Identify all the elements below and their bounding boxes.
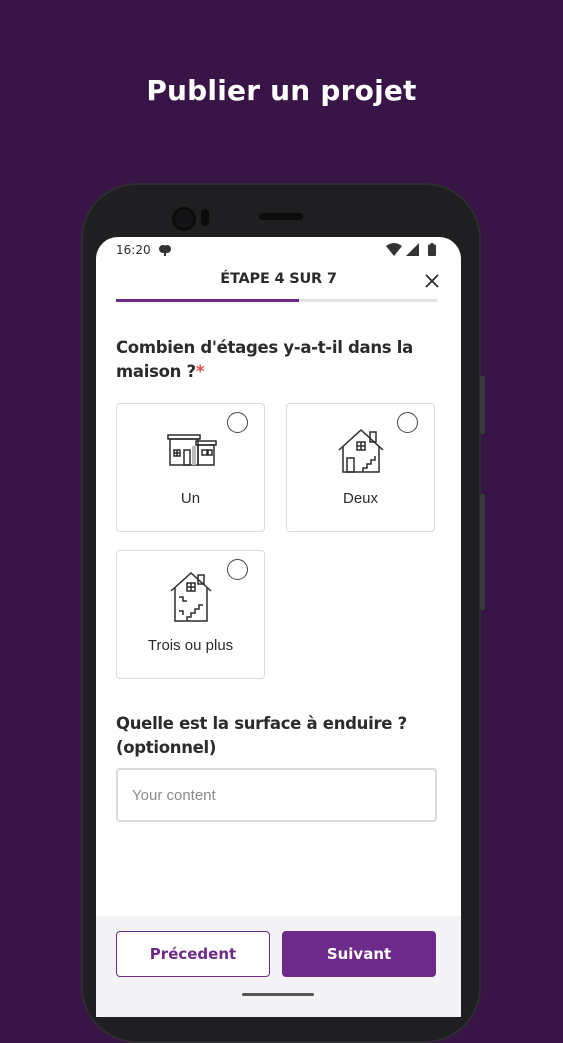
footer-bar: Précedent Suivant [96, 916, 461, 1017]
status-time: 16:20 [116, 243, 151, 257]
radio-button[interactable] [227, 412, 248, 433]
radio-button[interactable] [397, 412, 418, 433]
progress-fill [116, 299, 300, 302]
signal-icon [406, 243, 419, 256]
phone-power-button [480, 376, 485, 434]
phone-volume-button [480, 494, 485, 610]
question-floors-text: Combien d'étages y-a-t-il dans la maison… [116, 338, 413, 381]
option-label: Deux [342, 490, 379, 507]
promo-headline: Publier un projet [146, 74, 417, 107]
previous-button[interactable]: Précedent [116, 931, 270, 977]
battery-icon [428, 243, 436, 256]
home-indicator[interactable] [242, 993, 314, 996]
phone-speaker [259, 213, 303, 220]
radio-button[interactable] [227, 559, 248, 580]
option-label: Un [180, 490, 201, 507]
single-story-house-icon [167, 434, 217, 466]
wifi-icon [386, 243, 402, 256]
required-mark: * [195, 362, 205, 381]
two-story-house-icon [338, 428, 384, 473]
option-label: Trois ou plus [147, 637, 234, 654]
status-bar: 16:20 [96, 237, 461, 263]
notification-icon [159, 245, 171, 256]
step-indicator: ÉTAPE 4 SUR 7 [220, 271, 337, 287]
option-three-plus-floors[interactable]: Trois ou plus [116, 550, 265, 679]
next-button[interactable]: Suivant [282, 931, 436, 977]
option-two-floors[interactable]: Deux [286, 403, 435, 532]
question-floors: Combien d'étages y-a-t-il dans la maison… [116, 336, 416, 384]
app-screen: 16:20 ÉTAPE 4 SUR 7 Combien d'étages y-a… [96, 237, 461, 1017]
surface-input[interactable] [116, 768, 437, 822]
progress-bar [116, 299, 437, 302]
phone-sensor [201, 209, 209, 226]
front-camera [172, 207, 196, 231]
option-one-floor[interactable]: Un [116, 403, 265, 532]
close-icon[interactable] [423, 272, 441, 290]
three-story-house-icon [170, 571, 212, 622]
question-surface: Quelle est la surface à enduire ? (optio… [116, 714, 407, 757]
